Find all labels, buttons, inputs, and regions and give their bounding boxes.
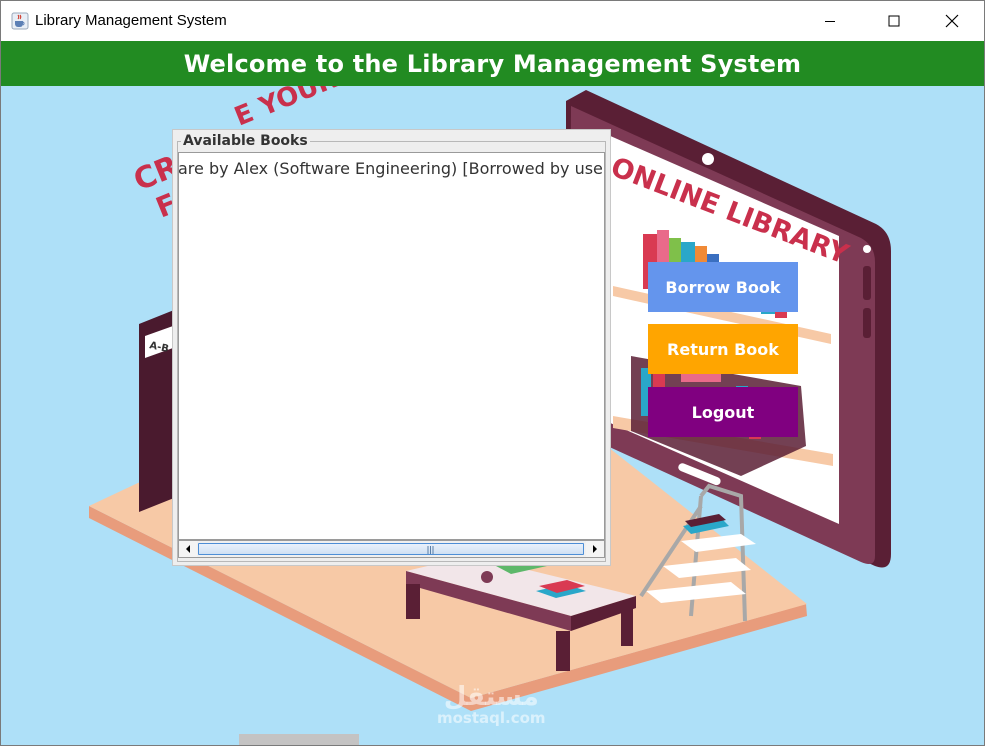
scroll-thumb[interactable] [198,543,584,555]
watermark: مستقل mostaql.com [437,684,546,726]
available-books-panel: Available Books are by Alex (Software En… [172,129,611,566]
close-icon [945,14,959,28]
watermark-arabic: مستقل [443,682,539,712]
app-window: Library Management System Welcome to the… [0,0,985,746]
list-item[interactable]: are by Alex (Software Engineering) [Borr… [179,159,604,178]
minimize-button[interactable] [807,1,853,41]
logout-button[interactable]: Logout [648,387,798,437]
window-title: Library Management System [35,12,227,29]
arrow-right-icon [593,545,597,553]
maximize-icon [888,15,900,27]
scroll-right-button[interactable] [586,541,604,557]
return-book-button[interactable]: Return Book [648,324,798,374]
maximize-button[interactable] [871,1,917,41]
grip-icon [427,546,434,554]
scroll-left-button[interactable] [179,541,197,557]
java-coffee-cup-icon [11,12,29,30]
slogan-text-line1b: E YOUR [230,86,341,132]
watermark-latin: mostaql.com [437,709,546,727]
arrow-left-icon [186,545,190,553]
horizontal-scrollbar[interactable] [178,540,605,558]
minimize-icon [825,21,835,22]
welcome-title: Welcome to the Library Management System [183,49,802,78]
title-bar[interactable]: Library Management System [1,1,984,41]
panel-title: Available Books [181,133,310,149]
welcome-header: Welcome to the Library Management System [1,41,984,86]
borrow-book-button[interactable]: Borrow Book [648,262,798,312]
books-list[interactable]: are by Alex (Software Engineering) [Borr… [178,152,605,540]
close-button[interactable] [929,1,975,41]
